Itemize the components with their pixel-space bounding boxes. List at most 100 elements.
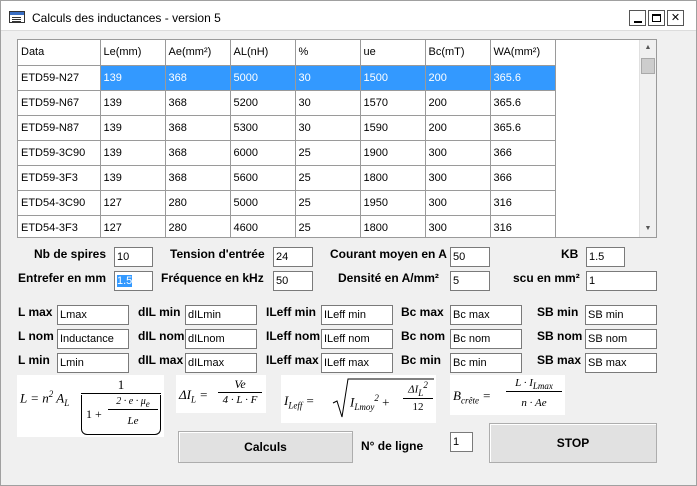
table-row[interactable]: ETD59-N67 139 368 5200 30 1570 200 365.6 [18, 90, 556, 116]
table-cell[interactable]: 30 [295, 90, 361, 116]
calculs-button[interactable]: Calculs [178, 431, 353, 463]
table-cell[interactable]: 127 [100, 190, 166, 216]
table-cell[interactable]: 365.6 [490, 115, 556, 141]
stop-button[interactable]: STOP [489, 423, 657, 463]
densite-input[interactable]: 5 [450, 271, 490, 291]
ligne-input[interactable]: 1 [450, 432, 473, 452]
table-cell[interactable]: 300 [425, 140, 491, 166]
table-cell[interactable]: 1900 [360, 140, 426, 166]
table-cell[interactable]: 139 [100, 140, 166, 166]
table-cell[interactable]: 25 [295, 140, 361, 166]
table-cell[interactable]: 1800 [360, 215, 426, 237]
table-cell[interactable]: 1570 [360, 90, 426, 116]
table-cell[interactable]: 300 [425, 190, 491, 216]
table-cell[interactable]: 1500 [360, 65, 426, 91]
frequence-input[interactable]: 50 [273, 271, 313, 291]
nb-spires-input[interactable]: 10 [114, 247, 153, 267]
row-header-cell[interactable]: ETD59-3C90 [18, 140, 101, 166]
table-cell[interactable]: 368 [165, 140, 231, 166]
courant-input[interactable]: 50 [450, 247, 490, 267]
table-cell[interactable]: 25 [295, 215, 361, 237]
table-row[interactable]: ETD59-3C90 139 368 6000 25 1900 300 366 [18, 140, 556, 166]
row-header-cell[interactable]: ETD54-3F3 [18, 215, 101, 237]
sbmin-input[interactable]: SB min [585, 305, 657, 325]
lnom-input[interactable]: Inductance [57, 329, 129, 349]
grid-scrollbar[interactable]: ▲ ▼ [639, 40, 656, 237]
kb-input[interactable]: 1.5 [586, 247, 625, 267]
table-cell[interactable]: 139 [100, 115, 166, 141]
bcmin-input[interactable]: Bc min [450, 353, 522, 373]
header-le[interactable]: Le(mm) [100, 40, 166, 66]
table-cell[interactable]: 300 [425, 165, 491, 191]
dilmin-input[interactable]: dILmin [185, 305, 257, 325]
table-cell[interactable]: 280 [165, 215, 231, 237]
ileffmax-input[interactable]: ILeff max [321, 353, 393, 373]
dilmax-input[interactable]: dILmax [185, 353, 257, 373]
row-header-cell[interactable]: ETD59-3F3 [18, 165, 101, 191]
table-cell[interactable]: 316 [490, 190, 556, 216]
table-cell[interactable]: 6000 [230, 140, 296, 166]
table-cell[interactable]: 4600 [230, 215, 296, 237]
table-cell[interactable]: 30 [295, 65, 361, 91]
header-percent[interactable]: % [295, 40, 361, 66]
close-button[interactable]: ✕ [667, 10, 684, 26]
table-cell[interactable]: 365.6 [490, 90, 556, 116]
table-cell[interactable]: 368 [165, 165, 231, 191]
table-cell[interactable]: 316 [490, 215, 556, 237]
data-grid[interactable]: Data Le(mm) Ae(mm²) AL(nH) % ue Bc(mT) W… [17, 39, 657, 238]
header-al[interactable]: AL(nH) [230, 40, 296, 66]
table-cell[interactable]: 5300 [230, 115, 296, 141]
table-row[interactable]: ETD59-N27 139 368 5000 30 1500 200 365.6 [18, 65, 556, 91]
minimize-button[interactable] [629, 10, 646, 26]
table-row[interactable]: ETD54-3C90 127 280 5000 25 1950 300 316 [18, 190, 556, 216]
ileffmin-input[interactable]: ILeff min [321, 305, 393, 325]
scroll-down-icon[interactable]: ▼ [640, 221, 656, 237]
table-cell[interactable]: 1800 [360, 165, 426, 191]
table-cell[interactable]: 200 [425, 115, 491, 141]
table-cell[interactable]: 25 [295, 165, 361, 191]
header-ue[interactable]: ue [360, 40, 426, 66]
sbnom-input[interactable]: SB nom [585, 329, 657, 349]
header-wa[interactable]: WA(mm²) [490, 40, 556, 66]
maximize-button[interactable] [648, 10, 665, 26]
table-cell[interactable]: 139 [100, 65, 166, 91]
table-row[interactable]: ETD54-3F3 127 280 4600 25 1800 300 316 [18, 215, 556, 237]
table-cell[interactable]: 5600 [230, 165, 296, 191]
table-cell[interactable]: 200 [425, 65, 491, 91]
table-cell[interactable]: 366 [490, 165, 556, 191]
dilnom-input[interactable]: dILnom [185, 329, 257, 349]
lmin-input[interactable]: Lmin [57, 353, 129, 373]
row-header-cell[interactable]: ETD59-N67 [18, 90, 101, 116]
table-cell[interactable]: 5200 [230, 90, 296, 116]
header-ae[interactable]: Ae(mm²) [165, 40, 231, 66]
table-cell[interactable]: 30 [295, 115, 361, 141]
table-cell[interactable]: 1590 [360, 115, 426, 141]
entrefer-input[interactable]: 1.5 [114, 271, 153, 291]
table-row[interactable]: ETD59-3F3 139 368 5600 25 1800 300 366 [18, 165, 556, 191]
table-cell[interactable]: 200 [425, 90, 491, 116]
table-cell[interactable]: 368 [165, 90, 231, 116]
scroll-thumb[interactable] [641, 58, 655, 74]
table-cell[interactable]: 280 [165, 190, 231, 216]
bcmax-input[interactable]: Bc max [450, 305, 522, 325]
table-row[interactable]: ETD59-N87 139 368 5300 30 1590 200 365.6 [18, 115, 556, 141]
table-cell[interactable]: 368 [165, 115, 231, 141]
table-cell[interactable]: 139 [100, 165, 166, 191]
table-cell[interactable]: 139 [100, 90, 166, 116]
table-cell[interactable]: 5000 [230, 190, 296, 216]
header-bc[interactable]: Bc(mT) [425, 40, 491, 66]
lmax-input[interactable]: Lmax [57, 305, 129, 325]
header-data[interactable]: Data [18, 40, 101, 66]
sbmax-input[interactable]: SB max [585, 353, 657, 373]
table-cell[interactable]: 300 [425, 215, 491, 237]
table-cell[interactable]: 127 [100, 215, 166, 237]
row-header-cell[interactable]: ETD54-3C90 [18, 190, 101, 216]
table-cell[interactable]: 366 [490, 140, 556, 166]
table-cell[interactable]: 368 [165, 65, 231, 91]
table-cell[interactable]: 1950 [360, 190, 426, 216]
bcnom-input[interactable]: Bc nom [450, 329, 522, 349]
table-cell[interactable]: 365.6 [490, 65, 556, 91]
tension-input[interactable]: 24 [273, 247, 313, 267]
row-header-cell[interactable]: ETD59-N87 [18, 115, 101, 141]
scroll-up-icon[interactable]: ▲ [640, 40, 656, 56]
